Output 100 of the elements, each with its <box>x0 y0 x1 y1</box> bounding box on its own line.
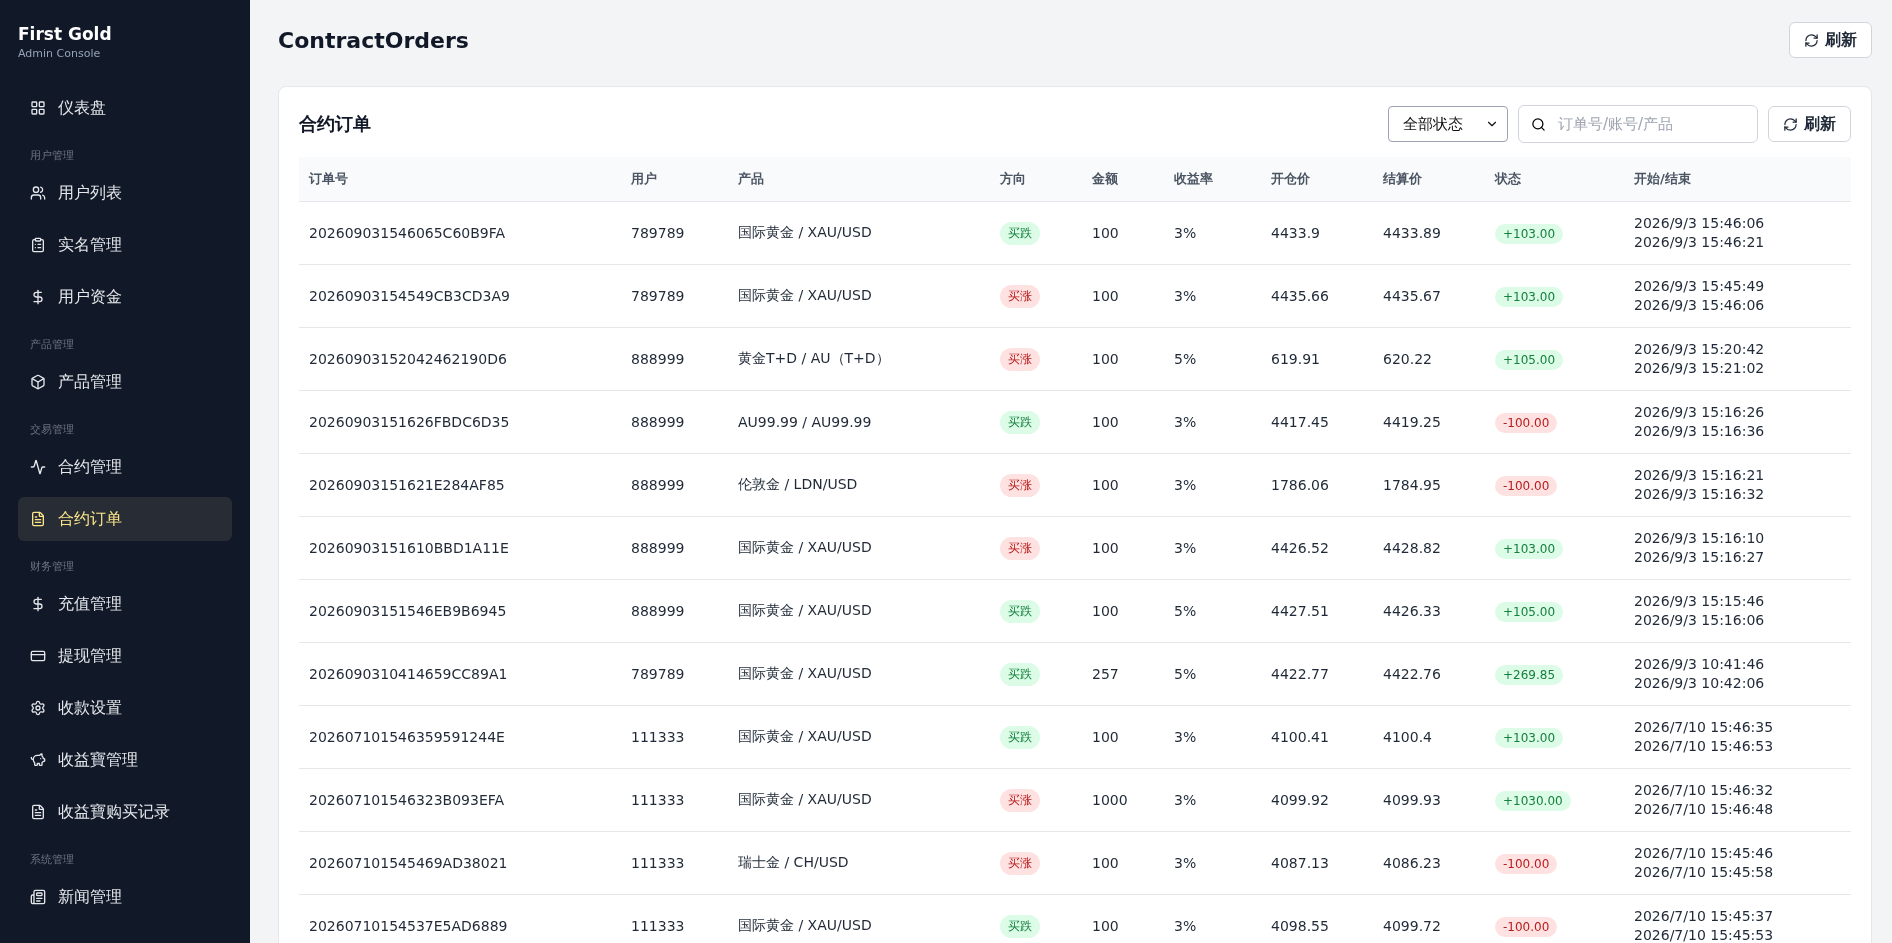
table-cell-text: 国际黄金 / XAU/USD <box>737 539 873 557</box>
table-cell-text: AU99.99 / AU99.99 <box>737 414 873 430</box>
sidebar-item[interactable]: 仪表盘 <box>18 86 232 130</box>
table-cell-text: 伦敦金 / LDN/USD <box>737 476 859 494</box>
status-tag: -100.00 <box>1495 412 1558 433</box>
table-cell-text: 111333 <box>630 855 686 871</box>
column-header: 金额 <box>1091 170 1119 188</box>
table-cell-text: 3% <box>1173 288 1198 304</box>
sidebar-item[interactable]: 合约管理 <box>18 445 232 489</box>
table-cell-text: 111333 <box>630 792 686 808</box>
end-time: 2026/9/3 10:42:06 <box>1634 674 1766 693</box>
start-time: 2026/7/10 15:46:35 <box>1634 718 1775 737</box>
dollar-icon <box>30 596 46 612</box>
table-cell-text: 4086.23 <box>1382 855 1442 871</box>
table-cell-text: 5% <box>1173 666 1198 682</box>
status-tag: -100.00 <box>1495 853 1558 874</box>
sidebar-item[interactable]: 实名管理 <box>18 223 232 267</box>
table-cell-text: 620.22 <box>1382 351 1433 367</box>
grid-icon <box>30 100 46 116</box>
table-cell-text: 4419.25 <box>1382 414 1442 430</box>
direction-tag: 买涨 <box>1000 473 1040 497</box>
users-icon <box>30 185 46 201</box>
brand-subtitle: Admin Console <box>18 47 102 60</box>
sidebar-heading: 用户管理 <box>29 148 75 164</box>
direction-tag: 买涨 <box>1000 788 1040 812</box>
table-cell-text: 4417.45 <box>1270 414 1330 430</box>
table-cell-text: 1784.95 <box>1382 477 1442 493</box>
table-cell-text: 5% <box>1173 351 1198 367</box>
table-cell-text: 111333 <box>630 729 686 745</box>
table-cell-text: 20260903151621E284AF85 <box>308 477 506 493</box>
start-time: 2026/7/10 15:45:37 <box>1634 907 1775 926</box>
refresh-button[interactable]: 刷新 <box>1789 22 1872 58</box>
table-cell-text: 202609031546065C60B9FA <box>308 225 507 241</box>
status-tag: +103.00 <box>1495 538 1564 559</box>
end-time: 2026/9/3 15:16:06 <box>1634 611 1766 630</box>
table-cell-text: 5% <box>1173 603 1198 619</box>
status-tag: +103.00 <box>1495 223 1564 244</box>
status-tag: +1030.00 <box>1495 790 1571 811</box>
sidebar-heading: 产品管理 <box>29 337 75 353</box>
table-cell-text: 4087.13 <box>1270 855 1330 871</box>
piggy-bank-icon <box>30 752 46 768</box>
sidebar-heading: 财务管理 <box>29 559 75 575</box>
table-cell-text: 1786.06 <box>1270 477 1330 493</box>
table-cell-text: 20260903152042462190D6 <box>308 351 508 367</box>
sidebar-item[interactable]: 收款设置 <box>18 686 232 730</box>
table-cell-text: 888999 <box>630 414 686 430</box>
sidebar-heading: 系统管理 <box>29 852 75 868</box>
search-field[interactable]: 订单号/账号/产品 <box>1518 105 1758 143</box>
status-tag: +103.00 <box>1495 727 1564 748</box>
sidebar-item[interactable]: 新闻管理 <box>18 875 232 919</box>
table-cell-text: 100 <box>1091 855 1120 871</box>
table-cell-text: 4435.67 <box>1382 288 1442 304</box>
end-time: 2026/9/3 15:46:06 <box>1634 296 1766 315</box>
refresh-button[interactable]: 刷新 <box>1768 106 1851 142</box>
column-header: 收益率 <box>1173 170 1214 188</box>
sidebar-item[interactable]: 用户资金 <box>18 275 232 319</box>
sidebar-item[interactable]: 产品管理 <box>18 360 232 404</box>
table-cell-text: 111333 <box>630 918 686 934</box>
sidebar-item[interactable]: 合约订单 <box>18 497 232 541</box>
sidebar-item[interactable]: 收益寶购买记录 <box>18 790 232 834</box>
direction-tag: 买跌 <box>1000 221 1040 245</box>
table-cell-text: 国际黄金 / XAU/USD <box>737 602 873 620</box>
column-header: 开始/结束 <box>1633 170 1692 188</box>
sidebar-item[interactable]: 充值管理 <box>18 582 232 626</box>
table-cell-text: 2026090310414659CC89A1 <box>308 666 509 682</box>
table-cell-text: 257 <box>1091 666 1120 682</box>
end-time: 2026/9/3 15:16:27 <box>1634 548 1766 567</box>
table-cell-text: 黄金T+D / AU（T+D） <box>737 350 891 368</box>
table-cell-text: 国际黄金 / XAU/USD <box>737 728 873 746</box>
status-tag: +105.00 <box>1495 349 1564 370</box>
status-select[interactable]: 全部状态 <box>1388 106 1508 142</box>
sidebar-item[interactable]: 收益寶管理 <box>18 738 232 782</box>
end-time: 2026/9/3 15:21:02 <box>1634 359 1766 378</box>
brand-title: First Gold <box>18 24 113 44</box>
direction-tag: 买跌 <box>1000 599 1040 623</box>
table-cell-text: 100 <box>1091 477 1120 493</box>
start-time: 2026/9/3 15:16:10 <box>1634 529 1766 548</box>
card-title: 合约订单 <box>299 112 371 136</box>
refresh-icon <box>1804 32 1819 48</box>
direction-tag: 买涨 <box>1000 536 1040 560</box>
column-header: 用户 <box>630 170 658 188</box>
table-cell-text: 4433.9 <box>1270 225 1321 241</box>
table-cell-text: 20260903154549CB3CD3A9 <box>308 288 511 304</box>
start-time: 2026/9/3 10:41:46 <box>1634 655 1766 674</box>
table-cell-text: 4433.89 <box>1382 225 1442 241</box>
newspaper-icon <box>30 889 46 905</box>
start-time: 2026/9/3 15:16:21 <box>1634 466 1766 485</box>
direction-tag: 买涨 <box>1000 851 1040 875</box>
sidebar-item[interactable]: 用户列表 <box>18 171 232 215</box>
sidebar-item[interactable]: 提现管理 <box>18 634 232 678</box>
table-cell-text: 20260903151546EB9B6945 <box>308 603 508 619</box>
direction-tag: 买跌 <box>1000 662 1040 686</box>
cube-icon <box>30 374 46 390</box>
table-cell-text: 4422.77 <box>1270 666 1330 682</box>
page-title: ContractOrders <box>278 27 469 53</box>
table-cell-text: 4100.41 <box>1270 729 1330 745</box>
table-cell-text: 瑞士金 / CH/USD <box>737 854 850 872</box>
start-time: 2026/9/3 15:45:49 <box>1634 277 1766 296</box>
sidebar-heading: 交易管理 <box>29 422 75 438</box>
refresh-icon <box>1783 116 1798 132</box>
